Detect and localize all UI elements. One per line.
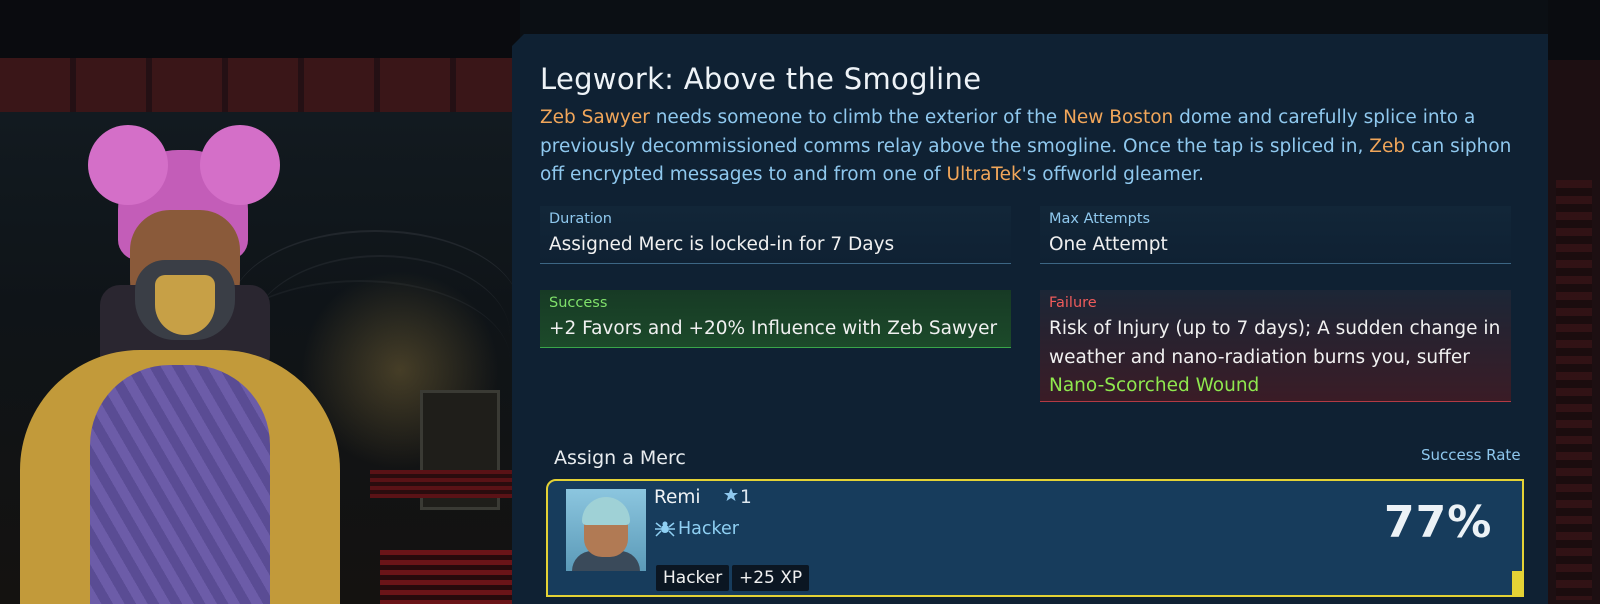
rank-star-icon xyxy=(724,488,738,501)
duration-label: Duration xyxy=(549,211,612,227)
merc-avatar xyxy=(566,489,646,571)
mission-description: Zeb Sawyer needs someone to climb the ex… xyxy=(540,107,1512,185)
selected-corner-marker xyxy=(1512,571,1524,597)
background-rail xyxy=(370,470,520,498)
mission-giver-scene xyxy=(0,0,520,604)
mission-title: Legwork: Above the Smogline xyxy=(540,62,982,96)
background-rail xyxy=(380,550,520,604)
npc-name: Zeb xyxy=(1369,135,1406,157)
failure-value: Risk of Injury (up to 7 days); A sudden … xyxy=(1049,318,1501,396)
max-attempts-box: Max Attempts One Attempt xyxy=(1040,206,1511,264)
success-rate-value: 77% xyxy=(1384,497,1493,548)
character-hair-bun xyxy=(88,125,168,205)
assign-merc-label: Assign a Merc xyxy=(554,447,686,469)
duration-box: Duration Assigned Merc is locked-in for … xyxy=(540,206,1011,264)
character-portrait xyxy=(0,110,380,604)
success-box: Success +2 Favors and +20% Influence wit… xyxy=(540,290,1011,348)
failure-box: Failure Risk of Injury (up to 7 days); A… xyxy=(1040,290,1511,402)
merc-card-remi[interactable]: Remi 1 Hacker Hacker +25 XP 77% xyxy=(546,479,1524,597)
failure-label: Failure xyxy=(1049,295,1097,311)
duration-value: Assigned Merc is locked-in for 7 Days xyxy=(549,234,895,255)
max-attempts-label: Max Attempts xyxy=(1049,211,1151,227)
success-rate-label: Success Rate xyxy=(1421,446,1521,464)
location-name: New Boston xyxy=(1063,107,1174,128)
background-edge xyxy=(1548,0,1600,604)
corp-name: UltraTek xyxy=(946,164,1022,185)
merc-class: Hacker xyxy=(654,517,739,539)
success-label: Success xyxy=(549,295,608,311)
character-mask-plate xyxy=(155,275,215,335)
merc-rank: 1 xyxy=(724,487,752,508)
wound-name: Nano-Scorched Wound xyxy=(1049,375,1260,396)
spider-icon xyxy=(655,521,675,537)
success-value: +2 Favors and +20% Influence with Zeb Sa… xyxy=(549,318,998,339)
character-vest xyxy=(90,365,270,604)
max-attempts-value: One Attempt xyxy=(1049,234,1168,255)
npc-name: Zeb Sawyer xyxy=(540,107,650,128)
merc-tag-xp: +25 XP xyxy=(732,565,810,591)
merc-tag-class: Hacker xyxy=(656,565,730,591)
character-hair-bun xyxy=(200,125,280,205)
merc-name: Remi xyxy=(654,487,701,508)
